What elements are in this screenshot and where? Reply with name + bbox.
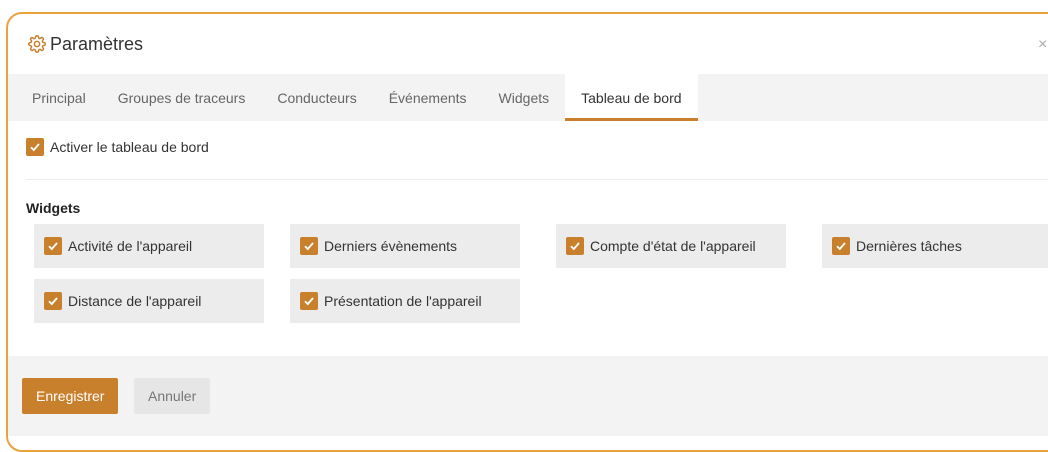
checkmark-icon <box>44 292 62 310</box>
tab-evenements[interactable]: Événements <box>373 74 483 121</box>
widget-label: Derniers évènements <box>324 238 458 254</box>
save-button[interactable]: Enregistrer <box>22 378 119 414</box>
widget-activite-appareil[interactable]: Activité de l'appareil <box>34 224 264 268</box>
widget-label: Activité de l'appareil <box>68 238 193 254</box>
tab-groupes-de-traceurs[interactable]: Groupes de traceurs <box>102 74 262 121</box>
checkmark-icon <box>832 237 850 255</box>
widgets-grid: Activité de l'appareil Derniers évènemen… <box>26 224 1048 334</box>
widget-label: Présentation de l'appareil <box>324 293 482 309</box>
dialog-title: Paramètres <box>50 33 144 54</box>
widget-compte-etat-appareil[interactable]: Compte d'état de l'appareil <box>556 224 786 268</box>
checkmark-icon <box>300 237 318 255</box>
enable-dashboard-checkbox[interactable]: Activer le tableau de bord <box>26 135 1046 159</box>
tab-tableau-de-bord[interactable]: Tableau de bord <box>565 74 698 121</box>
tab-bar: Principal Groupes de traceurs Conducteur… <box>8 74 1048 121</box>
close-icon[interactable]: × <box>1038 36 1047 54</box>
settings-dialog: Paramètres × Principal Groupes de traceu… <box>6 12 1048 452</box>
gear-icon <box>28 35 46 53</box>
widget-distance-appareil[interactable]: Distance de l'appareil <box>34 279 264 323</box>
cancel-button[interactable]: Annuler <box>134 378 211 414</box>
widget-derniers-evenements[interactable]: Derniers évènements <box>290 224 520 268</box>
widget-label: Compte d'état de l'appareil <box>590 238 756 254</box>
enable-dashboard-label: Activer le tableau de bord <box>50 139 209 155</box>
widgets-section-title: Widgets <box>26 200 81 216</box>
checkmark-icon <box>300 292 318 310</box>
tab-widgets[interactable]: Widgets <box>483 74 566 121</box>
checkmark-icon <box>44 237 62 255</box>
widget-label: Dernières tâches <box>856 238 962 254</box>
tab-principal[interactable]: Principal <box>16 74 102 121</box>
dialog-header: Paramètres × <box>8 14 1048 74</box>
checkmark-icon <box>26 138 44 156</box>
checkmark-icon <box>566 237 584 255</box>
widget-label: Distance de l'appareil <box>68 293 202 309</box>
tab-content: Activer le tableau de bord Widgets Activ… <box>8 121 1048 334</box>
tab-conducteurs[interactable]: Conducteurs <box>261 74 372 121</box>
widget-dernieres-taches[interactable]: Dernières tâches <box>822 224 1048 268</box>
divider <box>26 179 1048 180</box>
widget-presentation-appareil[interactable]: Présentation de l'appareil <box>290 279 520 323</box>
dialog-footer: Enregistrer Annuler <box>8 356 1048 436</box>
